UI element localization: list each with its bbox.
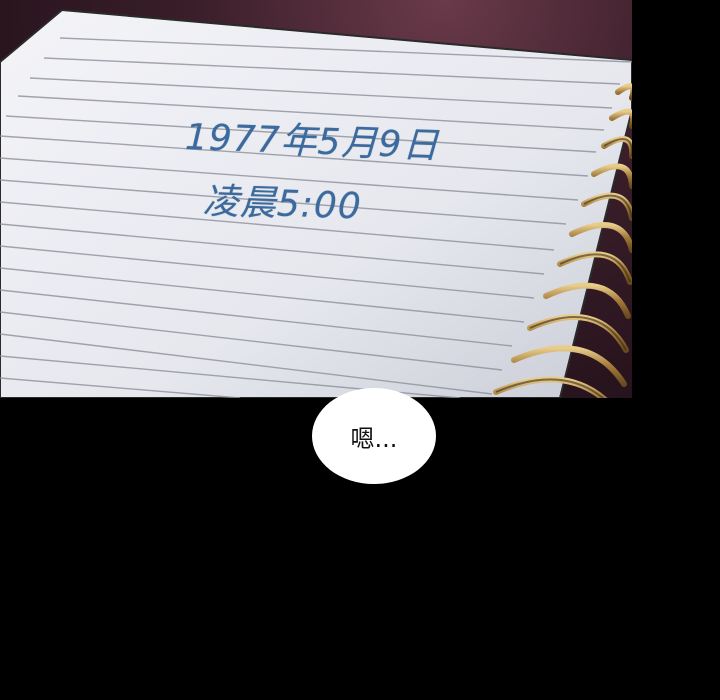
speech-bubble-text: 嗯... xyxy=(350,424,398,453)
handwritten-time: 凌晨5:00 xyxy=(202,180,363,228)
notebook-panel: 1977年5月9日 凌晨5:00 xyxy=(0,0,632,398)
comic-page: 1977年5月9日 凌晨5:00 嗯... xyxy=(0,0,720,700)
speech-bubble: 嗯... xyxy=(312,388,436,484)
handwritten-date: 1977年5月9日 xyxy=(184,116,440,167)
